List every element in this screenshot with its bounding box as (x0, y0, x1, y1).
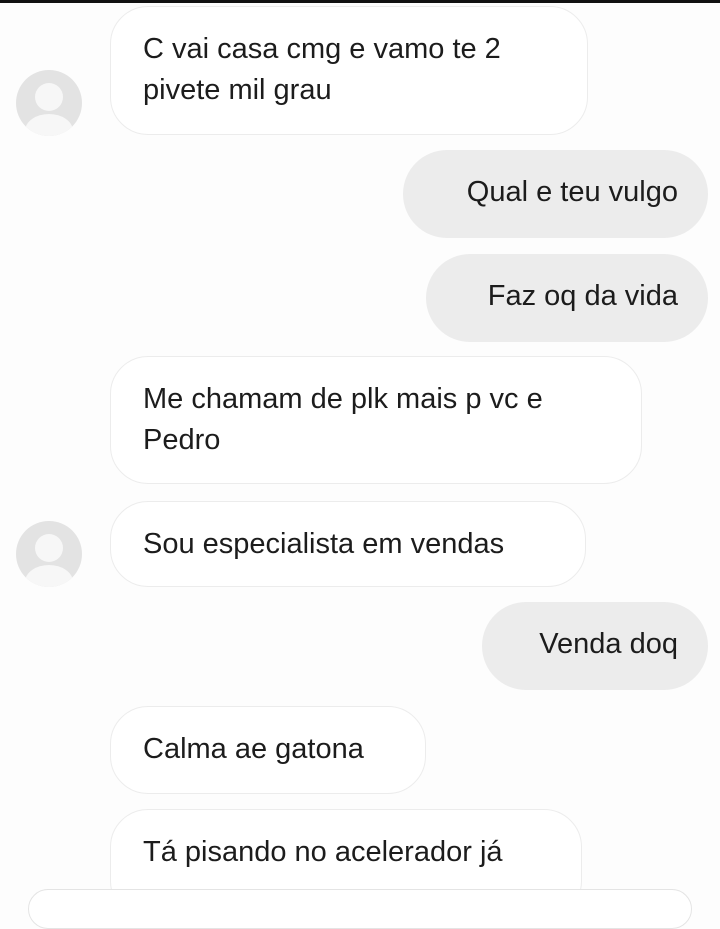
message-bubble-outgoing[interactable]: Venda doq (482, 602, 708, 690)
message-bubble-outgoing[interactable]: Qual e teu vulgo (403, 150, 708, 238)
contact-avatar-icon[interactable] (16, 521, 82, 587)
message-bubble-incoming[interactable]: Calma ae gatona (110, 706, 426, 794)
message-bubble-outgoing[interactable]: Faz oq da vida (426, 254, 708, 342)
top-edge-bar (0, 0, 720, 3)
message-bubble-incoming[interactable]: Me chamam de plk mais p vc e Pedro (110, 356, 642, 484)
avatar-shoulders-shape (25, 565, 73, 587)
message-composer-input[interactable] (28, 889, 692, 929)
message-bubble-incoming[interactable]: Sou especialista em vendas (110, 501, 586, 587)
message-bubble-incoming[interactable]: C vai casa cmg e vamo te 2 pivete mil gr… (110, 6, 588, 135)
avatar-head-shape (35, 534, 63, 562)
avatar-shoulders-shape (25, 114, 73, 136)
avatar-head-shape (35, 83, 63, 111)
contact-avatar-icon[interactable] (16, 70, 82, 136)
